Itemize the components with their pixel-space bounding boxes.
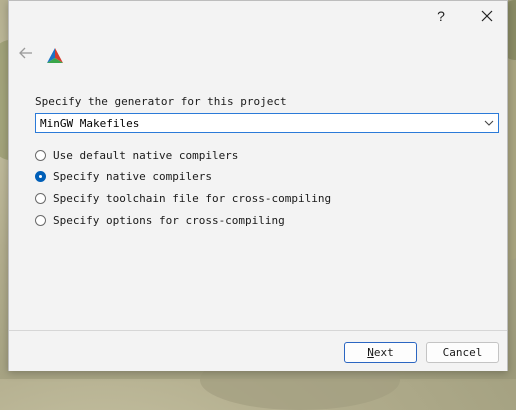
radio-cross-compiling-options[interactable]: Specify options for cross-compiling [35, 212, 285, 228]
back-button[interactable] [17, 45, 35, 61]
radio-specify-native-compilers[interactable]: Specify native compilers [35, 168, 212, 184]
cmake-first-configure-dialog: ? Specify the generator for this project… [8, 0, 508, 371]
radio-button-checked[interactable] [35, 170, 46, 182]
radio-label: Specify toolchain file for cross-compili… [53, 191, 332, 205]
radio-label: Specify options for cross-compiling [53, 213, 285, 227]
generator-select-value: MinGW Makefiles [40, 117, 140, 130]
radio-label: Specify native compilers [53, 169, 212, 183]
cancel-button[interactable]: Cancel [426, 342, 499, 363]
radio-button[interactable] [35, 149, 46, 161]
dialog-footer: Next Cancel [9, 330, 507, 371]
chevron-down-icon [484, 120, 494, 126]
generator-select[interactable]: MinGW Makefiles [35, 113, 499, 133]
radio-button[interactable] [35, 214, 46, 226]
next-label: ext [373, 346, 394, 359]
back-arrow-icon [19, 47, 32, 59]
generator-prompt-label: Specify the generator for this project [35, 95, 287, 108]
help-button[interactable]: ? [429, 5, 453, 27]
next-accelerator: N [367, 346, 374, 359]
radio-toolchain-file[interactable]: Specify toolchain file for cross-compili… [35, 190, 331, 206]
next-button[interactable]: Next [344, 342, 417, 363]
radio-label: Use default native compilers [53, 148, 239, 162]
title-bar: ? [9, 1, 507, 31]
close-icon [481, 10, 493, 22]
close-button[interactable] [475, 5, 499, 27]
radio-button[interactable] [35, 192, 46, 204]
radio-default-native-compilers[interactable]: Use default native compilers [35, 147, 238, 163]
cmake-logo-icon [46, 47, 64, 65]
